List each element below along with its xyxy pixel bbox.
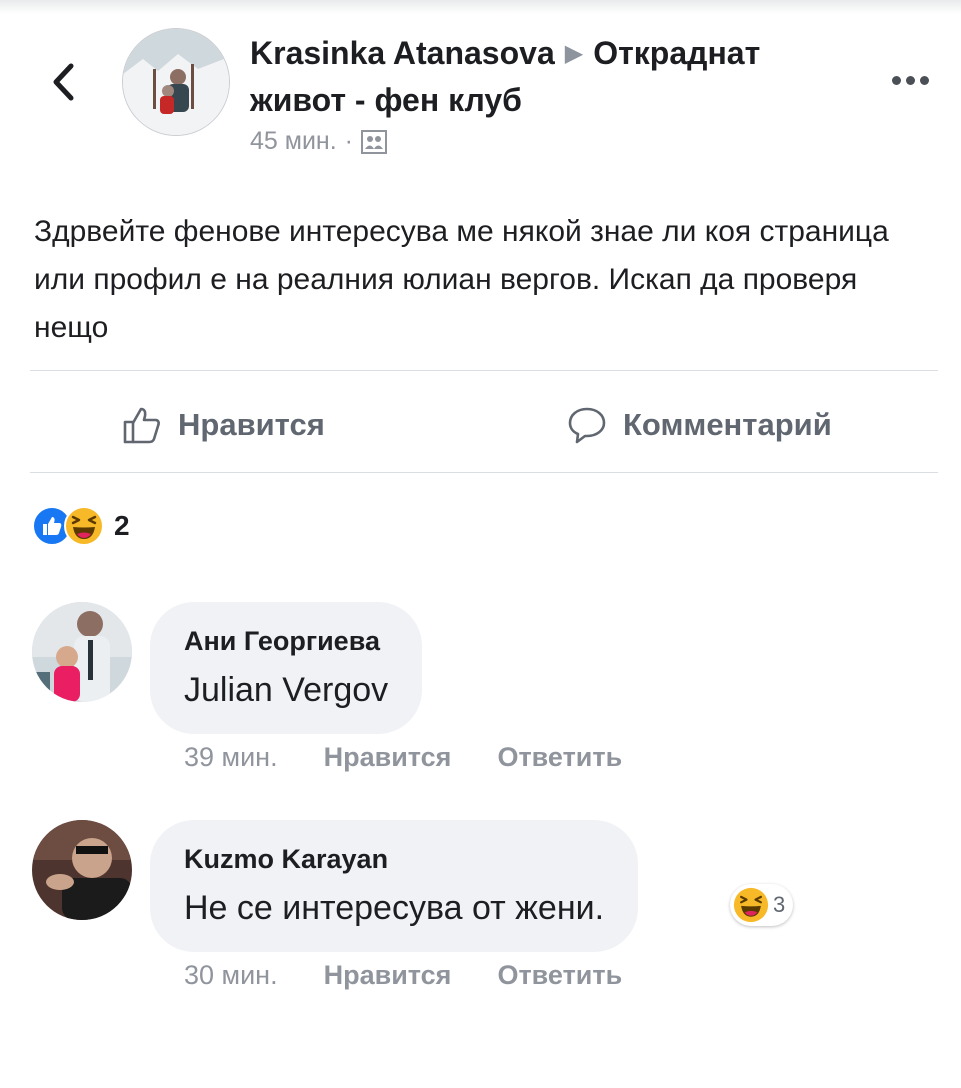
commenter-avatar[interactable] <box>32 602 132 702</box>
comment-bubble[interactable]: Kuzmo Karayan Не се интересува от жени. <box>150 820 639 952</box>
comment-text: Не се интересува от жени. <box>184 889 605 927</box>
comment-bubble-icon <box>568 407 606 444</box>
thumbs-up-icon <box>123 407 160 444</box>
post-header-title: Krasinka Atanasova ▶ Откраднат живот - фен… <box>250 30 860 123</box>
haha-reaction-icon <box>64 506 104 546</box>
group-audience-icon <box>361 129 387 154</box>
post-time[interactable]: 45 мин. <box>250 127 337 156</box>
more-dot-icon <box>905 75 915 85</box>
author-name[interactable]: Krasinka Atanasova <box>250 35 555 71</box>
comment-like-button[interactable]: Нравится <box>324 742 452 773</box>
comment-reaction-count: 3 <box>773 892 786 917</box>
post-text: Здрвейте фенове интересува ме някой знае… <box>34 215 889 344</box>
commenter-photo <box>32 602 132 702</box>
reactions-summary[interactable]: 2 <box>32 506 130 546</box>
commenter-avatar[interactable] <box>32 820 132 920</box>
comment-author[interactable]: Ани Георгиева <box>184 624 388 658</box>
comment-time[interactable]: 30 мин. <box>184 960 278 991</box>
comment-reply-button[interactable]: Ответить <box>497 742 622 773</box>
comment-like-button[interactable]: Нравится <box>324 960 452 991</box>
back-button[interactable] <box>38 52 88 112</box>
comment-reaction-badge[interactable]: 3 <box>730 884 794 926</box>
reactions-count: 2 <box>114 510 130 541</box>
more-dot-icon <box>919 75 929 85</box>
comment-label: Комментарий <box>623 407 832 442</box>
post-meta: 45 мин. · <box>250 127 387 156</box>
comment-meta: 39 мин. Нравится Ответить <box>184 742 622 773</box>
like-label: Нравится <box>178 407 325 442</box>
commenter-photo <box>32 820 132 920</box>
comment-meta: 30 мин. Нравится Ответить <box>184 960 622 991</box>
comment-bubble[interactable]: Ани Георгиева Julian Vergov <box>150 602 423 734</box>
status-bar-fade <box>0 0 961 14</box>
comment-button[interactable]: Комментарий <box>567 395 832 455</box>
comment-time[interactable]: 39 мин. <box>184 742 278 773</box>
divider <box>30 370 938 371</box>
author-photo <box>123 29 229 135</box>
meta-separator: · <box>344 127 353 155</box>
more-options-button[interactable] <box>880 60 940 100</box>
like-button[interactable]: Нравится <box>122 395 325 455</box>
divider <box>30 472 938 473</box>
comment-text: Julian Vergov <box>184 671 389 709</box>
comment-reply-button[interactable]: Ответить <box>497 960 622 991</box>
haha-reaction-icon <box>733 887 769 923</box>
shared-to-arrow-icon: ▶ <box>564 40 584 67</box>
author-avatar[interactable] <box>122 28 230 136</box>
chevron-left-icon <box>53 63 74 101</box>
comment-author[interactable]: Kuzmo Karayan <box>184 842 604 876</box>
more-dot-icon <box>891 75 901 85</box>
